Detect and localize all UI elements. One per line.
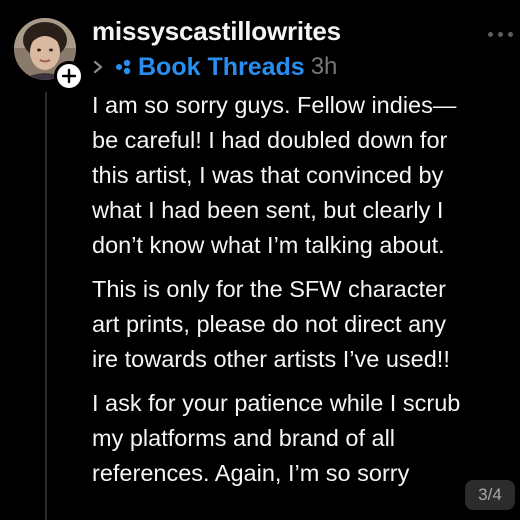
text-line: this artist, I was that convinced by: [92, 162, 444, 188]
post-paragraph: I ask for your patience while I scrub my…: [92, 386, 517, 491]
chevron-right-icon: [92, 58, 106, 76]
text-line: my platforms and brand of all: [92, 425, 396, 451]
plus-icon: [61, 68, 77, 84]
post-paragraph: I am so sorry guys. Fellow indies— be ca…: [92, 88, 517, 263]
thread-post: missyscastillowrites Book Threads 3h I a…: [0, 0, 520, 520]
follow-button[interactable]: [54, 61, 84, 91]
post-paragraph: This is only for the SFW character art p…: [92, 272, 517, 377]
text-line: This is only for the SFW character: [92, 276, 446, 302]
post-body: I am so sorry guys. Fellow indies— be ca…: [92, 88, 517, 491]
topic-link[interactable]: Book Threads: [138, 53, 305, 82]
text-line: I am so sorry guys. Fellow indies—: [92, 92, 457, 118]
more-horizontal-icon[interactable]: [488, 30, 516, 38]
post-timestamp: 3h: [310, 53, 338, 80]
carousel-page-indicator: 3/4: [465, 480, 515, 510]
text-line: art prints, please do not direct any: [92, 311, 447, 337]
text-line: ire towards other artists I’ve used!!: [92, 346, 450, 372]
text-line: what I had been sent, but clearly I: [92, 197, 444, 223]
thread-connector-line: [45, 92, 47, 520]
topic-tag-icon: [114, 57, 134, 77]
text-line: references. Again, I’m so sorry: [92, 460, 410, 486]
text-line: be careful! I had doubled down for: [92, 127, 448, 153]
author-username[interactable]: missyscastillowrites: [92, 16, 341, 47]
text-line: I ask for your patience while I scrub: [92, 390, 461, 416]
text-line: don’t know what I’m talking about.: [92, 232, 445, 258]
post-meta: Book Threads 3h: [92, 51, 337, 83]
